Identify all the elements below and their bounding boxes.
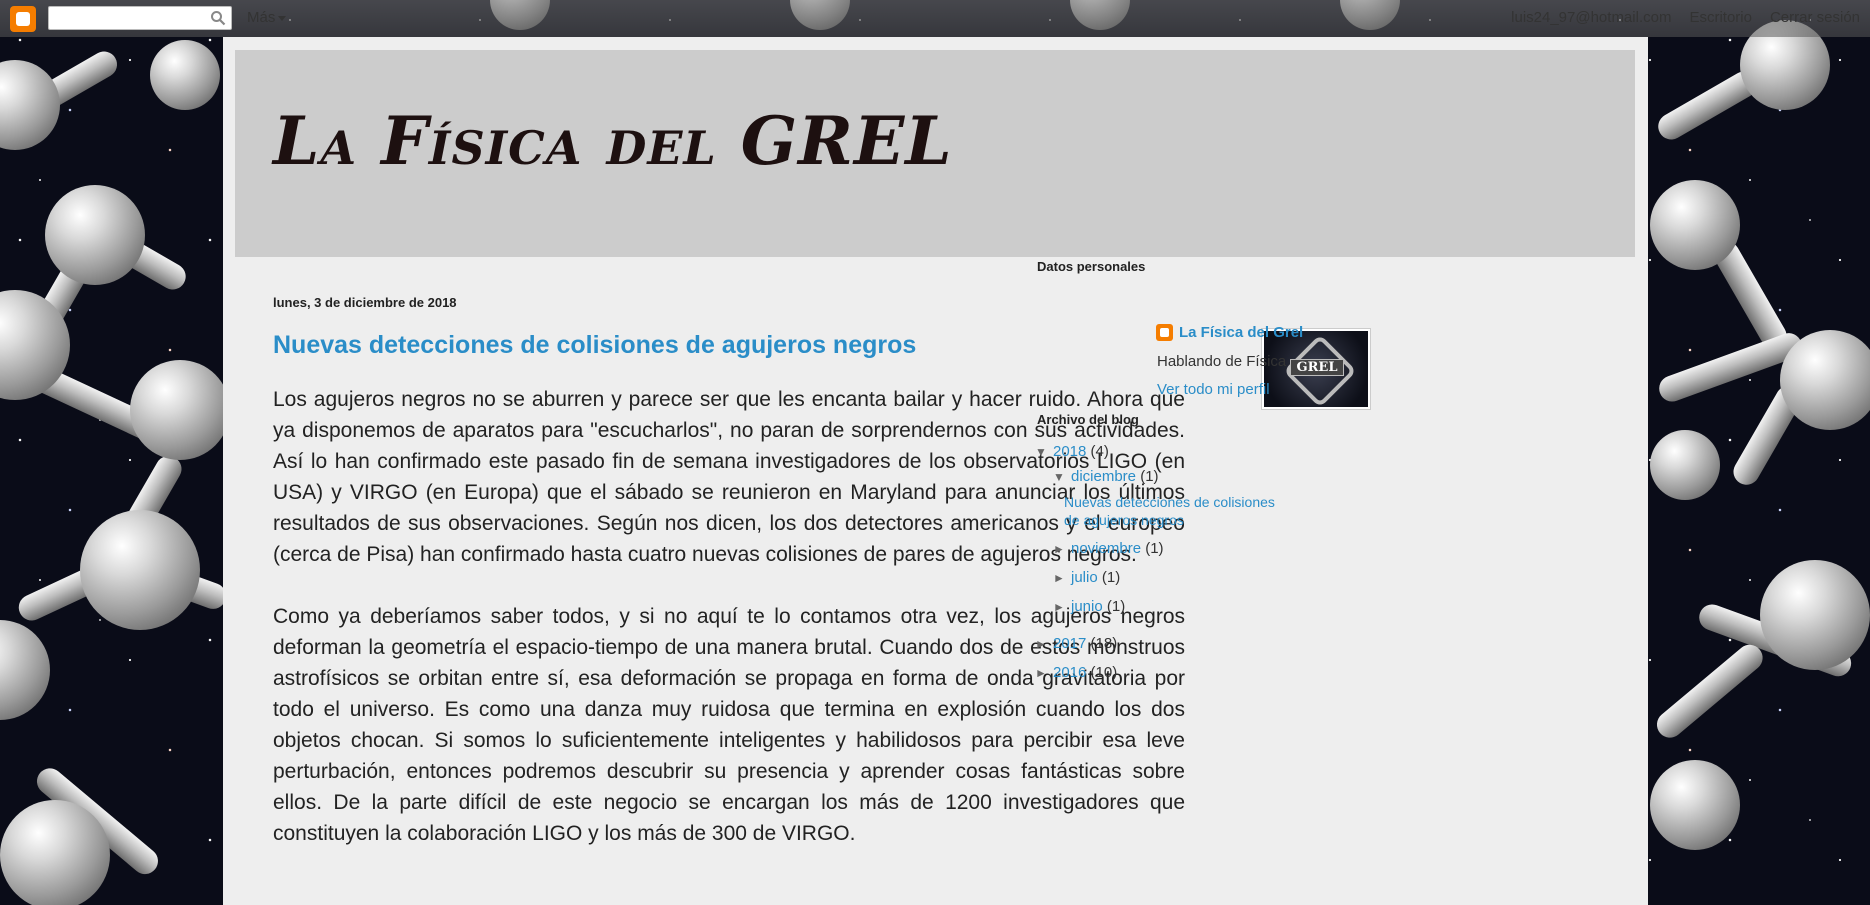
archive-count: (1) [1106,598,1126,615]
archive-count: (1) [1101,569,1121,586]
view-profile-link[interactable]: Ver todo mi perfil [1157,381,1270,398]
archive-month-junio: ► junio (1) [1053,598,1125,615]
archive-month-link[interactable]: noviembre [1071,540,1141,557]
post-title[interactable]: Nuevas detecciones de colisiones de aguj… [273,331,916,360]
archive-heading: Archivo del blog [1037,412,1139,427]
archive-count: (1) [1145,540,1164,557]
blog-title[interactable]: La Física del GREL [273,102,953,180]
archive-month-diciembre: ▼ diciembre (1) [1053,468,1159,485]
archive-year-link[interactable]: 2017 [1053,635,1086,652]
archive-count: (4) [1090,443,1109,460]
archive-year-link[interactable]: 2016 [1053,664,1086,681]
archive-count: (18) [1090,635,1118,652]
archive-year-2018: ▼ 2018 (4) [1035,443,1109,460]
collapsed-triangle-icon[interactable]: ► [1053,542,1071,556]
archive-month-link[interactable]: junio [1071,598,1103,615]
archive-post-link[interactable]: Nuevas detecciones de colisiones de aguj… [1064,493,1279,529]
search-input[interactable] [53,7,207,29]
collapsed-triangle-icon[interactable]: ► [1035,637,1053,651]
signout-link[interactable]: Cerrar sesión [1770,9,1860,26]
blogger-logo-icon[interactable] [10,6,36,32]
more-label: Más [247,9,276,26]
blog-header: La Física del GREL [235,50,1635,257]
archive-month-link[interactable]: julio [1071,569,1098,586]
blogger-navbar: Más luis24_97@hotmail.com Escritorio Cer… [0,0,1870,37]
profile-description: Hablando de Física [1157,353,1287,370]
profile-heading: Datos personales [1037,259,1146,274]
collapsed-triangle-icon[interactable]: ► [1053,600,1071,614]
post-date: lunes, 3 de diciembre de 2018 [273,295,457,310]
expanded-triangle-icon[interactable]: ▼ [1053,470,1071,484]
archive-month-link[interactable]: diciembre [1071,468,1136,485]
content-column: La Física del GREL lunes, 3 de diciembre… [223,37,1648,905]
archive-count: (1) [1140,468,1159,485]
archive-count: (10) [1090,664,1118,681]
search-icon[interactable] [210,10,226,26]
archive-year-link[interactable]: 2018 [1053,443,1086,460]
expanded-triangle-icon[interactable]: ▼ [1035,445,1053,459]
avatar-label: GREL [1290,359,1344,376]
profile-name-row: La Física del Grel [1156,324,1303,341]
navbar-right: luis24_97@hotmail.com Escritorio Cerrar … [1511,9,1860,26]
archive-month-noviembre: ► noviembre (1) [1053,540,1164,557]
collapsed-triangle-icon[interactable]: ► [1035,666,1053,680]
user-email[interactable]: luis24_97@hotmail.com [1511,9,1671,26]
chevron-down-icon [278,15,287,21]
blogger-profile-icon [1156,324,1173,341]
more-menu[interactable]: Más [247,9,287,26]
archive-year-2016: ► 2016 (10) [1035,664,1117,681]
archive-month-julio: ► julio (1) [1053,569,1120,586]
archive-year-2017: ► 2017 (18) [1035,635,1117,652]
collapsed-triangle-icon[interactable]: ► [1053,571,1071,585]
desktop-link[interactable]: Escritorio [1689,9,1752,26]
search-box [48,6,232,30]
profile-name[interactable]: La Física del Grel [1179,324,1303,341]
